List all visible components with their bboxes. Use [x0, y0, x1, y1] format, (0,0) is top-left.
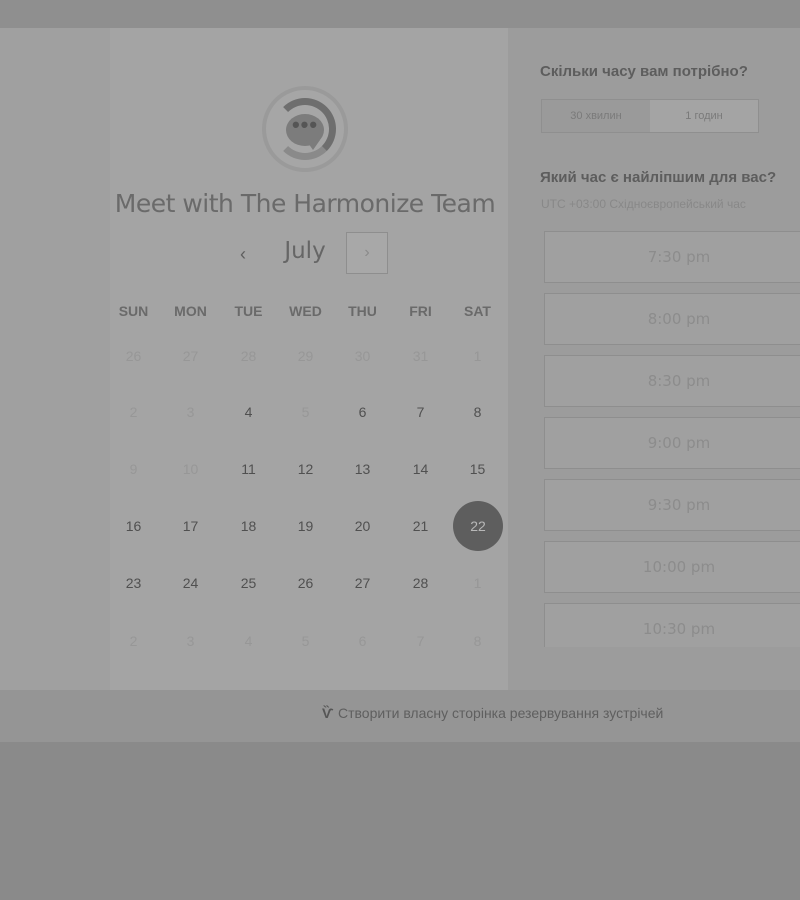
time-slot[interactable]: 8:00 pm: [544, 293, 800, 345]
calendar-day[interactable]: 15: [449, 449, 506, 489]
time-slot-list: 7:30 pm 8:00 pm 8:30 pm 9:00 pm 9:30 pm …: [544, 231, 800, 647]
meeting-title: Meet with The Harmonize Team: [114, 189, 496, 218]
calendar-day: 27: [182, 348, 199, 364]
time-slot[interactable]: 10:30 pm: [544, 603, 800, 647]
calendar-day: 1: [473, 575, 482, 591]
calendar-day: 5: [301, 633, 310, 649]
create-booking-page-link[interactable]: Ѷ Створити власну сторінка резервування з…: [322, 705, 663, 721]
calendar-day: 2: [129, 404, 138, 420]
timezone-label[interactable]: UTC +03:00 Східноєвропейський час: [541, 197, 800, 211]
weekday-label: WED: [289, 303, 322, 319]
time-slot[interactable]: 9:00 pm: [544, 417, 800, 469]
weekday-label: FRI: [409, 303, 432, 319]
team-logo: •••: [262, 86, 348, 172]
calendar-day[interactable]: 25: [220, 563, 277, 603]
duration-option-30min[interactable]: 30 хвилин: [542, 100, 650, 132]
calendar-day: 29: [297, 348, 314, 364]
page-bottom: [0, 742, 800, 900]
calendar-day[interactable]: 23: [105, 563, 162, 603]
calendar-day[interactable]: 7: [392, 392, 449, 432]
time-slot[interactable]: 9:30 pm: [544, 479, 800, 531]
time-slot[interactable]: 7:30 pm: [544, 231, 800, 283]
calendar-day: 1: [473, 348, 482, 364]
calendar-day[interactable]: 19: [277, 506, 334, 546]
sprout-icon: Ѷ: [322, 705, 334, 721]
weekday-label: SAT: [464, 303, 491, 319]
calendar-day: 31: [412, 348, 429, 364]
weekday-label: TUE: [234, 303, 263, 319]
calendar-day: 30: [354, 348, 371, 364]
weekday-label: MON: [174, 303, 207, 319]
calendar-day: 8: [473, 633, 482, 649]
calendar-day: 4: [244, 633, 253, 649]
calendar-day[interactable]: 18: [220, 506, 277, 546]
calendar-day: 2: [129, 633, 138, 649]
duration-question: Скільки часу вам потрібно?: [540, 63, 748, 80]
calendar-day[interactable]: 11: [220, 449, 277, 489]
calendar-day[interactable]: 20: [334, 506, 391, 546]
chat-bubble-tail: [306, 140, 320, 150]
weekday-label: THU: [348, 303, 377, 319]
calendar-day[interactable]: 4: [220, 392, 277, 432]
panel-edge: [0, 28, 110, 690]
calendar-day: 3: [186, 633, 195, 649]
calendar-day[interactable]: 16: [105, 506, 162, 546]
calendar-day[interactable]: 8: [449, 392, 506, 432]
create-booking-page-text: Створити власну сторінка резервування зу…: [338, 705, 664, 721]
calendar-day[interactable]: 24: [162, 563, 219, 603]
calendar-day: 26: [125, 348, 142, 364]
calendar-day: 28: [240, 348, 257, 364]
calendar-day: 5: [301, 404, 310, 420]
calendar-day[interactable]: 26: [277, 563, 334, 603]
prev-month-button[interactable]: ‹: [228, 240, 258, 268]
month-label: July: [284, 238, 326, 264]
calendar-day[interactable]: 28: [392, 563, 449, 603]
time-question: Який час є найліпшим для вас?: [540, 169, 777, 186]
calendar-day: 10: [182, 461, 199, 477]
calendar-day[interactable]: 21: [392, 506, 449, 546]
next-month-button[interactable]: ›: [346, 232, 388, 274]
time-slot[interactable]: 8:30 pm: [544, 355, 800, 407]
calendar-day[interactable]: 12: [277, 449, 334, 489]
calendar-day[interactable]: 13: [334, 449, 391, 489]
calendar-day[interactable]: 14: [392, 449, 449, 489]
calendar-day[interactable]: 27: [334, 563, 391, 603]
calendar-day[interactable]: 17: [162, 506, 219, 546]
calendar-day: 9: [129, 461, 138, 477]
weekday-label: SUN: [118, 303, 149, 319]
calendar-day[interactable]: 6: [334, 392, 391, 432]
calendar-day: 7: [416, 633, 425, 649]
duration-toggle: 30 хвилин 1 годин: [541, 99, 759, 133]
duration-option-1h[interactable]: 1 годин: [650, 100, 758, 132]
time-slot[interactable]: 10:00 pm: [544, 541, 800, 593]
top-strip: [0, 0, 800, 28]
calendar-day: 3: [186, 404, 195, 420]
calendar-day-selected[interactable]: 22: [453, 501, 503, 551]
calendar-day: 6: [358, 633, 367, 649]
